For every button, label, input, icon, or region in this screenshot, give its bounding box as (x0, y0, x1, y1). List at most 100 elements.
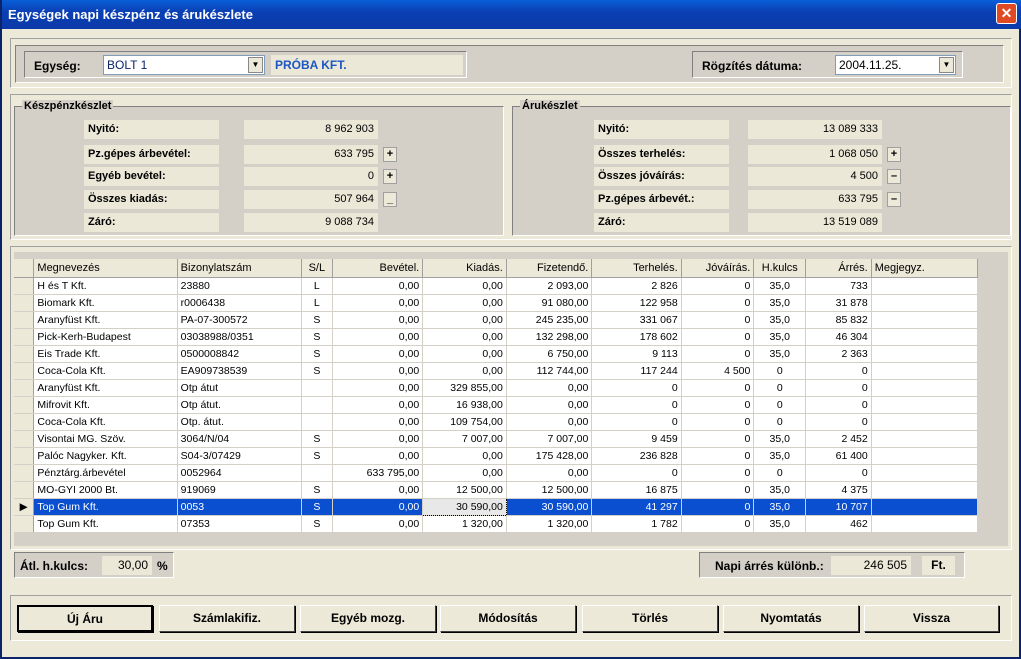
items-table[interactable]: Megnevezés Bizonylatszám S/L Bevétel. Kiadás… (14, 259, 979, 533)
new-item-button[interactable]: Új Áru (17, 605, 153, 632)
row-indicator[interactable] (14, 515, 35, 533)
table-cell[interactable]: 0 (805, 464, 872, 482)
table-cell[interactable]: 0,00 (332, 430, 424, 448)
table-cell[interactable] (871, 328, 979, 346)
table-cell[interactable]: 0,00 (422, 294, 507, 312)
row-indicator[interactable] (14, 447, 35, 465)
table-cell[interactable]: 0 (753, 379, 807, 397)
table-cell[interactable]: 0,00 (506, 379, 593, 397)
table-cell[interactable]: r0006438 (177, 294, 302, 312)
table-row[interactable]: Aranyfüst Kft. PA-07-300572 S 0,00 0,00 245 2… (14, 311, 979, 329)
table-cell[interactable]: 117 244 (591, 362, 682, 380)
column-header[interactable]: Jóváírás. (681, 259, 755, 278)
table-cell[interactable]: S (301, 481, 333, 499)
date-select[interactable]: 2004.11.25. ▼ (835, 55, 956, 75)
table-cell[interactable]: 61 400 (805, 447, 872, 465)
table-cell[interactable]: 0 (681, 447, 755, 465)
table-cell[interactable]: 0 (681, 515, 755, 533)
table-cell[interactable]: Visontai MG. Szöv. (33, 430, 178, 448)
table-row[interactable]: Top Gum Kft. 07353 S 0,00 1 320,00 1 320,00 1 … (14, 515, 979, 533)
table-cell[interactable] (871, 430, 979, 448)
row-indicator[interactable] (14, 396, 35, 414)
table-cell[interactable]: 16 875 (591, 481, 682, 499)
table-cell[interactable]: 132 298,00 (506, 328, 593, 346)
table-cell[interactable]: 0 (681, 294, 755, 312)
table-cell[interactable]: 733 (805, 277, 872, 295)
table-row[interactable]: Aranyfüst Kft. Otp átut 0,00 329 855,00 0,00… (14, 379, 979, 397)
table-cell[interactable]: 4 500 (681, 362, 755, 380)
row-indicator[interactable] (14, 430, 35, 448)
row-indicator[interactable] (14, 277, 35, 295)
table-cell[interactable]: 0052964 (177, 464, 302, 482)
table-cell[interactable]: 0 (681, 413, 755, 431)
invoice-payment-button[interactable]: Számlakifiz. (159, 605, 295, 632)
table-cell[interactable] (871, 481, 979, 499)
table-cell[interactable]: 0,00 (332, 277, 424, 295)
table-cell[interactable]: Mifrovit Kft. (33, 396, 178, 414)
table-cell[interactable]: 46 304 (805, 328, 872, 346)
table-cell[interactable]: S (301, 430, 333, 448)
table-cell[interactable]: 175 428,00 (506, 447, 593, 465)
table-cell[interactable]: Pick-Kerh-Budapest (33, 328, 178, 346)
table-cell[interactable]: 03038988/0351 (177, 328, 302, 346)
column-header[interactable]: Bizonylatszám (177, 259, 302, 278)
table-cell[interactable]: 2 093,00 (506, 277, 593, 295)
table-cell[interactable]: 0 (681, 430, 755, 448)
row-indicator[interactable] (14, 481, 35, 499)
table-cell[interactable]: 30 590,00 (506, 498, 593, 516)
table-cell[interactable] (871, 498, 979, 516)
table-cell[interactable]: 0,00 (332, 379, 424, 397)
column-header[interactable]: Terhelés. (591, 259, 682, 278)
table-cell[interactable]: S (301, 345, 333, 363)
table-cell[interactable]: S04-3/07429 (177, 447, 302, 465)
row-indicator[interactable] (14, 379, 35, 397)
table-cell[interactable]: 236 828 (591, 447, 682, 465)
table-cell[interactable]: 0,00 (332, 481, 424, 499)
table-cell[interactable]: Aranyfüst Kft. (33, 379, 178, 397)
column-header[interactable]: Kiadás. (422, 259, 507, 278)
table-cell[interactable]: 0,00 (332, 447, 424, 465)
close-button[interactable]: ✕ (996, 3, 1017, 24)
table-cell[interactable]: 0,00 (422, 464, 507, 482)
table-cell[interactable]: 0 (681, 277, 755, 295)
table-cell[interactable]: 91 080,00 (506, 294, 593, 312)
table-cell[interactable]: 0,00 (422, 328, 507, 346)
table-cell[interactable]: S (301, 362, 333, 380)
table-cell[interactable]: S (301, 311, 333, 329)
table-cell[interactable]: 0,00 (422, 311, 507, 329)
table-cell[interactable]: 0,00 (332, 362, 424, 380)
table-cell[interactable]: 0053 (177, 498, 302, 516)
table-cell[interactable]: 2 826 (591, 277, 682, 295)
table-cell[interactable]: Aranyfüst Kft. (33, 311, 178, 329)
table-cell[interactable]: 0,00 (332, 328, 424, 346)
table-cell[interactable] (871, 294, 979, 312)
table-cell[interactable]: 0 (681, 311, 755, 329)
column-header[interactable]: Bevétel. (332, 259, 424, 278)
edit-button[interactable]: Módosítás (440, 605, 576, 632)
table-cell[interactable]: Coca-Cola Kft. (33, 362, 178, 380)
table-cell[interactable]: Otp átut. (177, 396, 302, 414)
table-cell[interactable]: 23880 (177, 277, 302, 295)
table-cell[interactable]: 0,00 (422, 345, 507, 363)
chevron-down-icon[interactable]: ▼ (248, 57, 263, 73)
table-cell[interactable]: 0,00 (506, 464, 593, 482)
print-button[interactable]: Nyomtatás (723, 605, 859, 632)
column-header[interactable]: S/L (301, 259, 333, 278)
column-header[interactable]: Árrés. (805, 259, 872, 278)
table-cell[interactable]: 4 375 (805, 481, 872, 499)
table-cell[interactable]: 35,0 (753, 498, 807, 516)
table-cell[interactable]: 35,0 (753, 294, 807, 312)
table-cell[interactable]: 35,0 (753, 345, 807, 363)
table-cell[interactable]: 10 707 (805, 498, 872, 516)
table-cell[interactable]: H és T Kft. (33, 277, 178, 295)
table-cell[interactable]: 1 320,00 (422, 515, 507, 533)
table-cell[interactable]: 35,0 (753, 311, 807, 329)
table-cell[interactable]: 0,00 (332, 396, 424, 414)
table-row[interactable]: Pénztárg.árbevétel 0052964 633 795,00 0,00 0… (14, 464, 979, 482)
table-cell[interactable]: 462 (805, 515, 872, 533)
table-cell[interactable]: 6 750,00 (506, 345, 593, 363)
table-cell[interactable]: 0 (753, 413, 807, 431)
table-cell[interactable]: 0 (753, 396, 807, 414)
table-cell[interactable]: 0,00 (506, 396, 593, 414)
row-indicator[interactable] (14, 294, 35, 312)
